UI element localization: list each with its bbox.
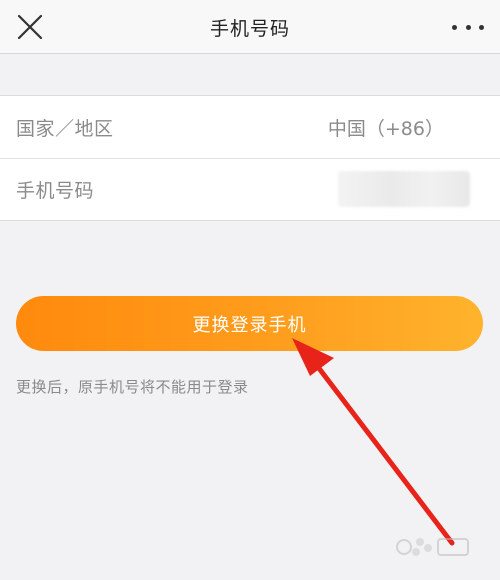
more-dots-icon[interactable] [452, 22, 484, 32]
page: 手机号码 国家／地区 中国（+86） 手机号码 更换登录手机 更换后，原手机号将… [0, 0, 500, 580]
country-code-value[interactable]: 中国（+86） [328, 114, 444, 141]
phone-number-label: 手机号码 [16, 180, 95, 202]
change-hint-text: 更换后，原手机号将不能用于登录 [16, 378, 249, 396]
annotation-arrow-icon [292, 338, 455, 546]
watermark-logo-icon [396, 538, 469, 556]
more-dot [452, 24, 457, 30]
more-dot [465, 24, 471, 30]
page-title: 手机号码 [209, 18, 290, 40]
country-region-row[interactable]: 国家／地区 中国（+86） [0, 96, 500, 158]
country-region-label: 国家／地区 [16, 117, 114, 140]
navbar: 手机号码 [0, 0, 500, 54]
phone-number-input[interactable] [338, 171, 470, 207]
phone-number-row: 手机号码 [0, 158, 500, 220]
change-login-phone-button[interactable]: 更换登录手机 [16, 296, 483, 351]
phone-form: 国家／地区 中国（+86） 手机号码 [0, 95, 500, 221]
more-dot [479, 24, 484, 30]
